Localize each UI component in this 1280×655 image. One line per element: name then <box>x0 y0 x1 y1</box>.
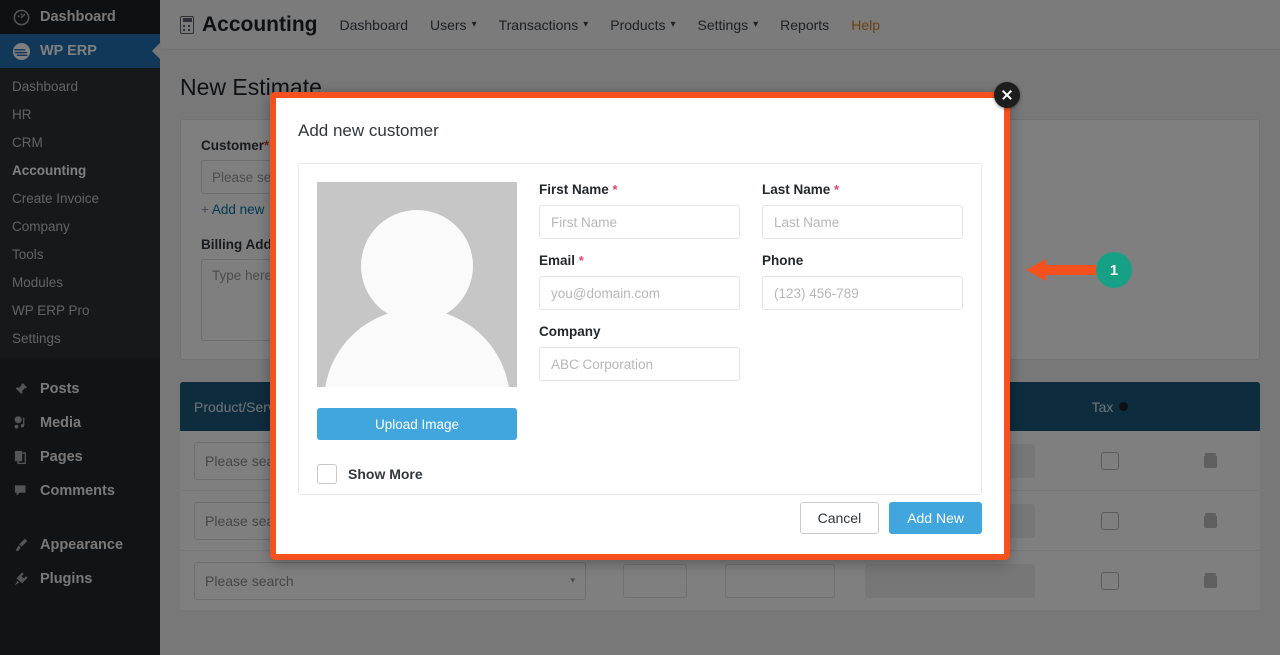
modal-title: Add new customer <box>298 121 439 140</box>
upload-image-button[interactable]: Upload Image <box>317 408 517 440</box>
add-customer-modal-highlight: Add new customer Upload Image Show More <box>270 82 1020 560</box>
cancel-button[interactable]: Cancel <box>799 502 880 534</box>
avatar-column: Upload Image Show More <box>317 182 517 484</box>
avatar-body-shape <box>324 309 510 387</box>
required-star: * <box>612 182 618 197</box>
add-customer-modal: Add new customer Upload Image Show More <box>276 98 1004 554</box>
show-more-toggle[interactable]: Show More <box>317 464 517 484</box>
first-name-input[interactable] <box>539 205 740 239</box>
modal-footer: Cancel Add New <box>799 502 982 534</box>
contact-row: Email * Phone <box>539 253 963 310</box>
user-avatar-placeholder <box>317 182 517 387</box>
required-star: * <box>834 182 840 197</box>
show-more-checkbox[interactable] <box>317 464 337 484</box>
last-name-input[interactable] <box>762 205 963 239</box>
show-more-label: Show More <box>348 466 423 482</box>
company-row: Company <box>539 324 963 381</box>
last-name-group: Last Name * <box>762 182 963 239</box>
email-label: Email * <box>539 253 740 268</box>
annotation-step-number: 1 <box>1109 261 1119 279</box>
phone-input[interactable] <box>762 276 963 310</box>
add-new-button[interactable]: Add New <box>889 502 982 534</box>
name-row: First Name * Last Name * <box>539 182 963 239</box>
first-name-label: First Name * <box>539 182 740 197</box>
screen-root: Dashboard WP ERP Dashboard HR CRM Accoun… <box>0 0 1280 655</box>
phone-label: Phone <box>762 253 963 268</box>
close-icon[interactable] <box>994 82 1020 108</box>
company-label: Company <box>539 324 740 339</box>
company-group: Company <box>539 324 740 381</box>
company-input[interactable] <box>539 347 740 381</box>
left-arrow-icon <box>1026 259 1102 281</box>
fields-column: First Name * Last Name * <box>539 182 963 476</box>
phone-group: Phone <box>762 253 963 310</box>
email-label-text: Email <box>539 253 576 268</box>
annotation-step-badge: 1 <box>1096 252 1132 288</box>
last-name-label: Last Name * <box>762 182 963 197</box>
company-row-spacer <box>762 324 963 381</box>
phone-label-text: Phone <box>762 253 804 268</box>
company-label-text: Company <box>539 324 601 339</box>
modal-body: Upload Image Show More First Name * Firs… <box>298 163 982 495</box>
email-input[interactable] <box>539 276 740 310</box>
first-name-group: First Name * <box>539 182 740 239</box>
last-name-label-text: Last Name <box>762 182 831 197</box>
email-group: Email * <box>539 253 740 310</box>
first-name-label-text: First Name <box>539 182 609 197</box>
annotation-arrow <box>1026 258 1102 282</box>
avatar-head-shape <box>361 210 473 322</box>
required-star: * <box>578 253 584 268</box>
